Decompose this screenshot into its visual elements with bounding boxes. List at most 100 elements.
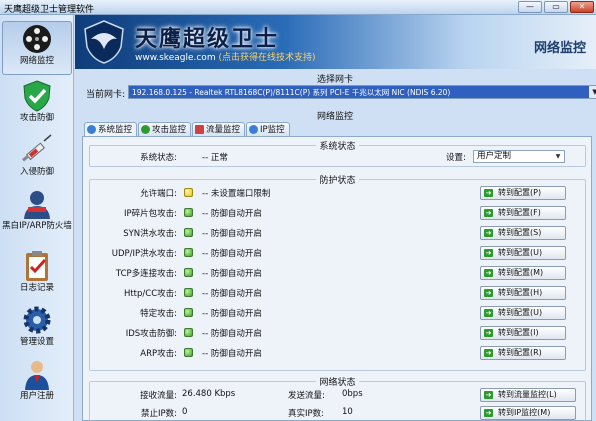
maximize-button[interactable]: ▭: [544, 1, 568, 13]
arrow-right-icon: ➔: [484, 209, 493, 217]
config-port-button[interactable]: ➔ 转到配置(P): [480, 186, 566, 200]
arrow-right-icon: ➔: [484, 329, 493, 337]
monitor-title: 网络监控: [316, 112, 353, 122]
support-url[interactable]: www.skeagle.com: [135, 53, 216, 63]
recv-value: 26.480 Kbps: [182, 389, 236, 399]
person-icon: [25, 361, 49, 390]
sidebar-item-management-settings[interactable]: 管理设置: [2, 303, 72, 348]
sidebar: 网络监控 攻击防御 入侵防御 黑白IP/ARP防火墙 日志记录 管理设置 用户注…: [0, 15, 74, 421]
status-indicator: [184, 248, 193, 257]
protection-status: -- 防御自动开启: [202, 309, 262, 319]
sidebar-item-network-monitor[interactable]: 网络监控: [2, 21, 72, 75]
arrow-right-icon: ➔: [484, 289, 493, 297]
sidebar-item-label: 黑白IP/ARP防火墙: [2, 221, 72, 231]
protection-status: -- 防御自动开启: [202, 349, 262, 359]
status-indicator: [184, 208, 193, 217]
config-http-button[interactable]: ➔ 转到配置(H): [480, 286, 566, 300]
arrow-right-icon: ➔: [484, 229, 493, 237]
send-label: 发送流量:: [288, 391, 325, 401]
chevron-down-icon[interactable]: ▼: [553, 152, 563, 161]
globe-icon: [87, 125, 96, 134]
film-reel-icon: [23, 25, 51, 53]
sidebar-item-attack-defense[interactable]: 攻击防御: [2, 79, 72, 124]
nic-select[interactable]: 192.168.0.125 - Realtek RTL8168C(P)/8111…: [128, 85, 596, 99]
banned-ip-value: 0: [182, 407, 188, 417]
syringe-icon: [22, 134, 52, 162]
tab-attack-monitor[interactable]: 攻击监控: [138, 122, 192, 136]
tab-label: 流量监控: [206, 124, 241, 135]
minimize-button[interactable]: —: [518, 1, 542, 13]
arrow-right-icon: ➔: [484, 189, 493, 197]
header-banner: 天鹰超级卫士 www.skeagle.com (点击获得在线技术支持) 网络监控: [75, 15, 596, 69]
config-syn-button[interactable]: ➔ 转到配置(S): [480, 226, 566, 240]
nic-label: 当前网卡:: [86, 90, 126, 100]
config-tcp-button[interactable]: ➔ 转到配置(M): [480, 266, 566, 280]
network-status-group: 网络状态 接收流量: 26.480 Kbps 发送流量: 0bps ➔ 转到流量监…: [89, 378, 587, 421]
protection-row: 允许端口: -- 未设置端口限制 ➔ 转到配置(P): [90, 185, 587, 201]
tab-ip-monitor[interactable]: IP监控: [246, 122, 290, 136]
status-indicator: [184, 308, 193, 317]
protection-row: UDP/IP洪水攻击: -- 防御自动开启 ➔ 转到配置(U): [90, 245, 587, 261]
goto-traffic-monitor-button[interactable]: ➔ 转到流量监控(L): [480, 388, 576, 402]
protection-label: UDP/IP洪水攻击:: [111, 249, 177, 259]
sidebar-item-label: 攻击防御: [19, 113, 54, 123]
clipboard-check-icon: [26, 251, 48, 281]
arrow-right-icon: ➔: [484, 249, 493, 257]
sidebar-item-user-registration[interactable]: 用户注册: [2, 357, 72, 402]
arrow-right-icon: ➔: [484, 269, 493, 277]
sidebar-item-ip-arp-firewall[interactable]: 黑白IP/ARP防火墙: [2, 187, 72, 232]
sidebar-item-label: 网络监控: [19, 56, 54, 66]
config-udp-button[interactable]: ➔ 转到配置(U): [480, 246, 566, 260]
sidebar-item-label: 日志记录: [19, 283, 54, 293]
protection-label: Http/CC攻击:: [123, 289, 177, 299]
arrow-right-icon: ➔: [484, 309, 493, 317]
setting-select[interactable]: 用户定制 ▼: [473, 150, 565, 163]
real-ip-label: 真实IP数:: [288, 409, 324, 419]
support-link[interactable]: www.skeagle.com (点击获得在线技术支持): [135, 50, 316, 63]
eagle-logo-icon: [84, 20, 124, 64]
nic-group-title: 选择网卡: [316, 75, 353, 85]
traffic-row: 接收流量: 26.480 Kbps 发送流量: 0bps ➔ 转到流量监控(L): [90, 387, 587, 403]
protection-status: -- 防御自动开启: [202, 329, 262, 339]
system-status-value: -- 正常: [202, 153, 228, 163]
sidebar-item-label: 管理设置: [19, 337, 54, 347]
monitor-tabs: 系统监控 攻击监控 流量监控 IP监控: [84, 122, 290, 136]
network-icon: [249, 125, 259, 134]
protection-label: 特定攻击:: [140, 309, 177, 319]
tab-traffic-monitor[interactable]: 流量监控: [192, 122, 246, 136]
sidebar-item-intrusion-defense[interactable]: 入侵防御: [2, 133, 72, 178]
protection-label: 允许端口:: [140, 189, 177, 199]
banned-ip-label: 禁止IP数:: [141, 409, 177, 419]
config-specific-button[interactable]: ➔ 转到配置(U): [480, 306, 566, 320]
arrow-right-icon: ➔: [484, 409, 493, 417]
config-arp-button[interactable]: ➔ 转到配置(R): [480, 346, 566, 360]
system-monitor-panel: 系统状态 系统状态: -- 正常 设置: 用户定制 ▼ 防护状态 允许端口: -…: [82, 136, 592, 421]
config-fragment-button[interactable]: ➔ 转到配置(F): [480, 206, 566, 220]
protection-row: ARP攻击: -- 防御自动开启 ➔ 转到配置(R): [90, 345, 587, 361]
protection-status: -- 防御自动开启: [202, 209, 262, 219]
setting-select-value: 用户定制: [477, 151, 512, 161]
shield-check-icon: [23, 80, 51, 112]
protection-label: SYN洪水攻击:: [123, 229, 177, 239]
user-avatar-icon: [24, 191, 50, 219]
gear-icon: [23, 306, 51, 334]
tab-label: 系统监控: [98, 124, 133, 135]
sidebar-item-label: 用户注册: [19, 391, 54, 401]
system-status-label: 系统状态:: [140, 153, 177, 163]
protection-row: SYN洪水攻击: -- 防御自动开启 ➔ 转到配置(S): [90, 225, 587, 241]
config-ids-button[interactable]: ➔ 转到配置(I): [480, 326, 566, 340]
goto-ip-monitor-button[interactable]: ➔ 转到IP监控(M): [480, 406, 576, 420]
close-button[interactable]: ✕: [570, 1, 594, 13]
window-titlebar: 天鹰超级卫士管理软件 — ▭ ✕: [0, 0, 596, 15]
protection-row: 特定攻击: -- 防御自动开启 ➔ 转到配置(U): [90, 305, 587, 321]
tab-label: IP监控: [260, 124, 285, 135]
protection-row: TCP多连接攻击: -- 防御自动开启 ➔ 转到配置(M): [90, 265, 587, 281]
tab-system-monitor[interactable]: 系统监控: [84, 122, 138, 136]
shield-icon: [141, 125, 151, 134]
chevron-down-icon[interactable]: ▼: [589, 86, 596, 98]
window-title: 天鹰超级卫士管理软件: [4, 5, 95, 15]
arrow-right-icon: ➔: [484, 391, 493, 399]
support-tip[interactable]: (点击获得在线技术支持): [218, 53, 315, 63]
setting-label: 设置:: [446, 153, 466, 163]
sidebar-item-log-records[interactable]: 日志记录: [2, 249, 72, 294]
